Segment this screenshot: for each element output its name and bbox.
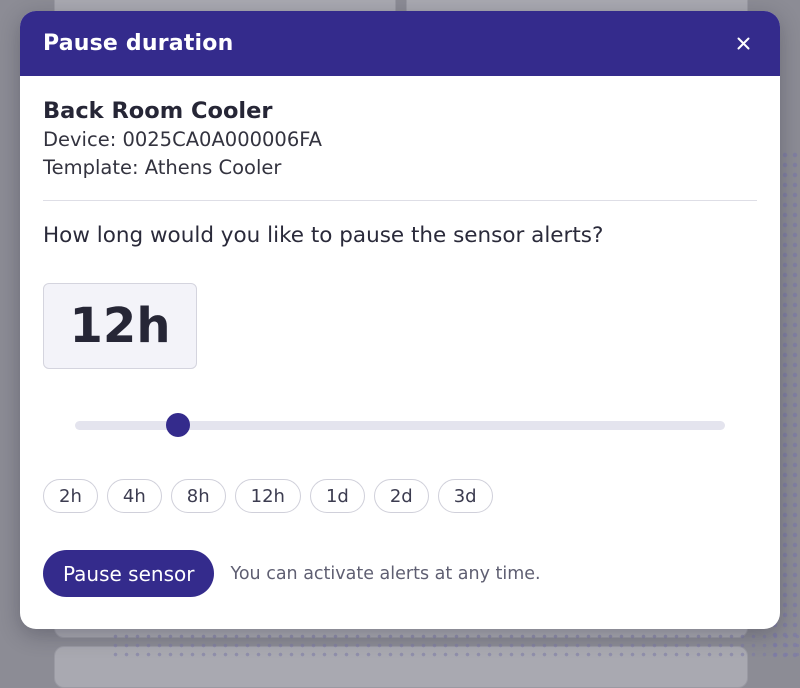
preset-chips: 2h 4h 8h 12h 1d 2d 3d [43,479,757,513]
device-name: Back Room Cooler [43,98,273,124]
preset-chip-3d[interactable]: 3d [437,479,493,513]
preset-chip-8h[interactable]: 8h [170,479,226,513]
preset-chip-1d[interactable]: 1d [309,479,365,513]
close-button[interactable] [730,31,756,57]
preset-chip-2d[interactable]: 2d [373,479,429,513]
dialog-title: Pause duration [43,31,234,56]
decorative-dot-pattern [110,632,800,660]
activation-hint: You can activate alerts at any time. [230,563,541,584]
slider-thumb[interactable] [165,413,190,437]
dialog-body: Back Room Cooler Device: 0025CA0A000006F… [20,98,780,597]
duration-value: 12h [69,298,171,354]
device-template: Template: Athens Cooler [43,156,282,179]
pause-sensor-button[interactable]: Pause sensor [43,550,215,597]
dialog-footer: Pause sensor You can activate alerts at … [43,550,757,597]
divider [43,200,757,201]
preset-chip-12h[interactable]: 12h [234,479,301,513]
duration-slider[interactable] [75,413,725,437]
dialog-header: Pause duration [20,11,780,76]
device-id: Device: 0025CA0A000006FA [43,128,322,151]
preset-chip-2h[interactable]: 2h [43,479,98,513]
pause-duration-dialog: Pause duration Back Room Cooler Device: … [20,11,780,629]
preset-chip-4h[interactable]: 4h [106,479,162,513]
pause-question: How long would you like to pause the sen… [43,223,604,248]
close-icon [737,37,749,50]
duration-display: 12h [43,283,197,369]
